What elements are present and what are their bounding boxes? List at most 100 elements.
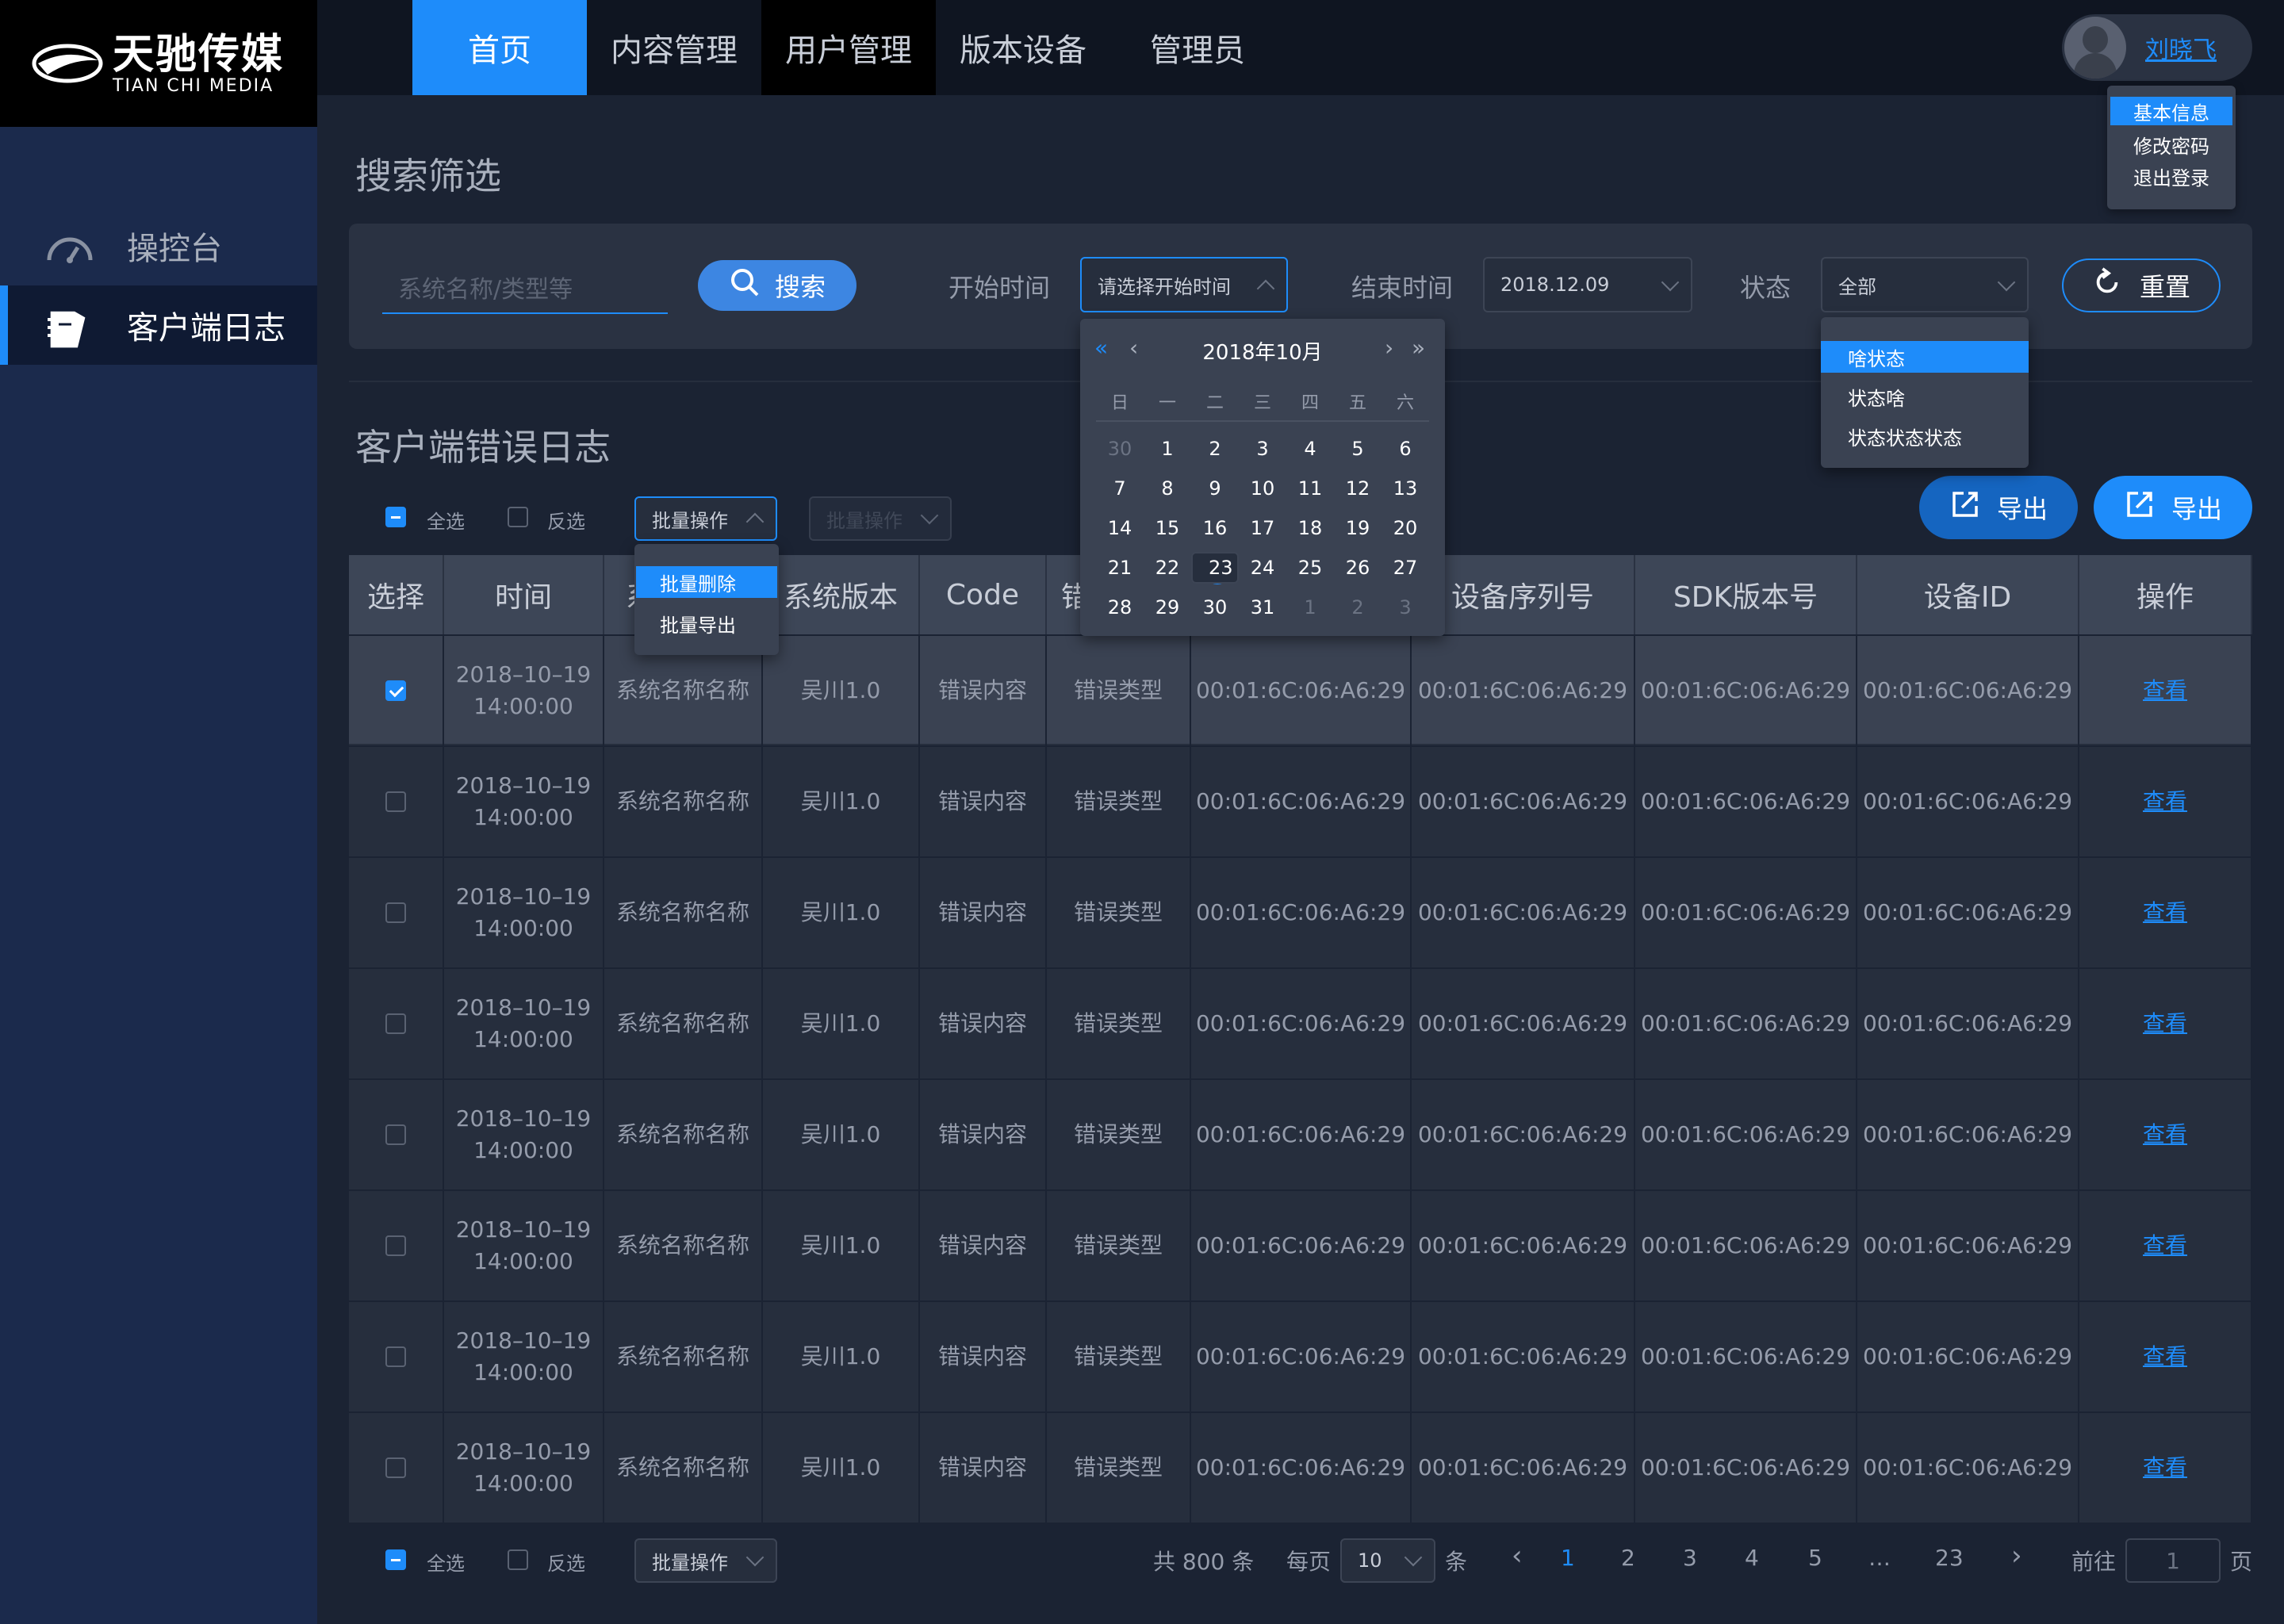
calendar-day[interactable]: 28 xyxy=(1096,592,1144,623)
search-button[interactable]: 搜索 xyxy=(698,260,856,311)
reset-button[interactable]: 重置 xyxy=(2062,259,2221,312)
view-link[interactable]: 查看 xyxy=(2143,1452,2187,1484)
calendar-day[interactable]: 20 xyxy=(1382,512,1429,544)
calendar-day[interactable]: 13 xyxy=(1382,473,1429,504)
calendar-day[interactable]: 21 xyxy=(1096,552,1144,584)
calendar-day[interactable]: 4 xyxy=(1286,433,1334,465)
status-option-1[interactable]: 啥状态 xyxy=(1821,341,2029,373)
status-option-2[interactable]: 状态啥 xyxy=(1821,381,2029,412)
user-menu-password[interactable]: 修改密码 xyxy=(2110,130,2232,159)
pager-page-4[interactable]: 4 xyxy=(1745,1545,1759,1571)
footer-select-all-checkbox[interactable] xyxy=(385,1549,406,1570)
pager-goto-input[interactable]: 1 xyxy=(2125,1538,2221,1583)
username-link[interactable]: 刘晓飞 xyxy=(2145,30,2217,65)
row-checkbox[interactable] xyxy=(385,1457,406,1478)
calendar-day[interactable]: 11 xyxy=(1286,473,1334,504)
calendar-day[interactable]: 30 xyxy=(1096,433,1144,465)
view-link[interactable]: 查看 xyxy=(2143,675,2187,707)
view-link[interactable]: 查看 xyxy=(2143,1008,2187,1040)
calendar-day[interactable]: 14 xyxy=(1096,512,1144,544)
calendar-day[interactable]: 3 xyxy=(1382,592,1429,623)
calendar-day[interactable]: 10 xyxy=(1239,473,1286,504)
calendar-day[interactable]: 1 xyxy=(1144,433,1191,465)
row-checkbox[interactable] xyxy=(385,1235,406,1256)
calendar-day[interactable]: 24 xyxy=(1239,552,1286,584)
next-month-icon[interactable]: › xyxy=(1385,335,1393,361)
invert-checkbox[interactable] xyxy=(508,507,528,527)
calendar-day[interactable]: 29 xyxy=(1144,592,1191,623)
avatar[interactable] xyxy=(2064,17,2126,79)
calendar-day[interactable]: 19 xyxy=(1334,512,1382,544)
select-all-checkbox[interactable] xyxy=(385,507,406,527)
next-year-icon[interactable]: » xyxy=(1412,335,1425,361)
batch-menu-delete[interactable]: 批量删除 xyxy=(636,566,777,598)
calendar-day[interactable]: 23 xyxy=(1191,552,1239,584)
pager-page-2[interactable]: 2 xyxy=(1621,1545,1635,1571)
view-link[interactable]: 查看 xyxy=(2143,1341,2187,1373)
row-date: 2018–10–19 xyxy=(455,1105,592,1132)
row-code: 错误内容 xyxy=(920,1191,1047,1300)
export-button-2[interactable]: 导出 xyxy=(2094,476,2252,539)
status-select[interactable]: 全部 xyxy=(1821,257,2029,312)
sidebar-item-dashboard[interactable]: 操控台 xyxy=(0,206,317,285)
nav-versions[interactable]: 版本设备 xyxy=(936,0,1110,95)
batch-select-disabled-label: 批量操作 xyxy=(826,509,902,532)
calendar-day[interactable]: 6 xyxy=(1382,433,1429,465)
calendar-day[interactable]: 15 xyxy=(1144,512,1191,544)
row-checkbox[interactable] xyxy=(385,791,406,812)
row-checkbox[interactable] xyxy=(385,1124,406,1145)
status-option-3[interactable]: 状态状态状态 xyxy=(1821,420,2029,452)
calendar-day[interactable]: 8 xyxy=(1144,473,1191,504)
pager-next-icon[interactable]: › xyxy=(2011,1540,2022,1572)
row-checkbox[interactable] xyxy=(385,1013,406,1034)
calendar-day[interactable]: 31 xyxy=(1239,592,1286,623)
nav-admin[interactable]: 管理员 xyxy=(1110,0,1285,95)
user-menu-profile[interactable]: 基本信息 xyxy=(2110,97,2232,125)
export-button-1[interactable]: 导出 xyxy=(1919,476,2078,539)
batch-select[interactable]: 批量操作 xyxy=(634,496,777,541)
calendar-day[interactable]: 3 xyxy=(1239,433,1286,465)
calendar-day[interactable]: 2 xyxy=(1191,433,1239,465)
view-link[interactable]: 查看 xyxy=(2143,1230,2187,1262)
calendar-day[interactable]: 16 xyxy=(1191,512,1239,544)
row-serial: 00:01:6C:06:A6:29 xyxy=(1412,969,1635,1078)
user-menu-logout[interactable]: 退出登录 xyxy=(2110,162,2232,190)
pager-per-page-select[interactable]: 10 xyxy=(1340,1538,1435,1583)
view-link[interactable]: 查看 xyxy=(2143,897,2187,929)
calendar-day[interactable]: 17 xyxy=(1239,512,1286,544)
calendar-day[interactable]: 18 xyxy=(1286,512,1334,544)
calendar-day[interactable]: 25 xyxy=(1286,552,1334,584)
calendar-day[interactable]: 5 xyxy=(1334,433,1382,465)
calendar-day[interactable]: 22 xyxy=(1144,552,1191,584)
calendar-day[interactable]: 9 xyxy=(1191,473,1239,504)
pager-page-5[interactable]: 5 xyxy=(1808,1545,1822,1571)
calendar-day[interactable]: 27 xyxy=(1382,552,1429,584)
row-checkbox[interactable] xyxy=(385,902,406,923)
pager-page-3[interactable]: 3 xyxy=(1683,1545,1697,1571)
row-checkbox[interactable] xyxy=(385,680,406,701)
calendar-day[interactable]: 30 xyxy=(1191,592,1239,623)
pager-prev-icon[interactable]: ‹ xyxy=(1512,1540,1523,1572)
search-input[interactable]: 系统名称/类型等 xyxy=(382,262,668,314)
sidebar-item-client-log[interactable]: 客户端日志 xyxy=(0,285,317,365)
calendar-day[interactable]: 7 xyxy=(1096,473,1144,504)
calendar-day[interactable]: 26 xyxy=(1334,552,1382,584)
end-time-picker[interactable]: 2018.12.09 xyxy=(1483,257,1692,312)
row-mac: 00:01:6C:06:A6:29 xyxy=(1191,636,1412,745)
pager-page-23[interactable]: 23 xyxy=(1935,1545,1964,1571)
footer-batch-select[interactable]: 批量操作 xyxy=(634,1538,777,1583)
nav-home[interactable]: 首页 xyxy=(412,0,587,95)
nav-content[interactable]: 内容管理 xyxy=(587,0,761,95)
calendar-day[interactable]: 1 xyxy=(1286,592,1334,623)
start-time-picker[interactable]: 请选择开始时间 xyxy=(1080,257,1288,312)
pager-page-1[interactable]: 1 xyxy=(1561,1545,1575,1571)
weekday-label: 六 xyxy=(1396,393,1414,413)
view-link[interactable]: 查看 xyxy=(2143,1119,2187,1151)
calendar-day[interactable]: 2 xyxy=(1334,592,1382,623)
footer-invert-checkbox[interactable] xyxy=(508,1549,528,1570)
nav-users[interactable]: 用户管理 xyxy=(761,0,936,95)
row-checkbox[interactable] xyxy=(385,1346,406,1367)
calendar-day[interactable]: 12 xyxy=(1334,473,1382,504)
view-link[interactable]: 查看 xyxy=(2143,786,2187,818)
batch-menu-export[interactable]: 批量导出 xyxy=(636,607,777,639)
